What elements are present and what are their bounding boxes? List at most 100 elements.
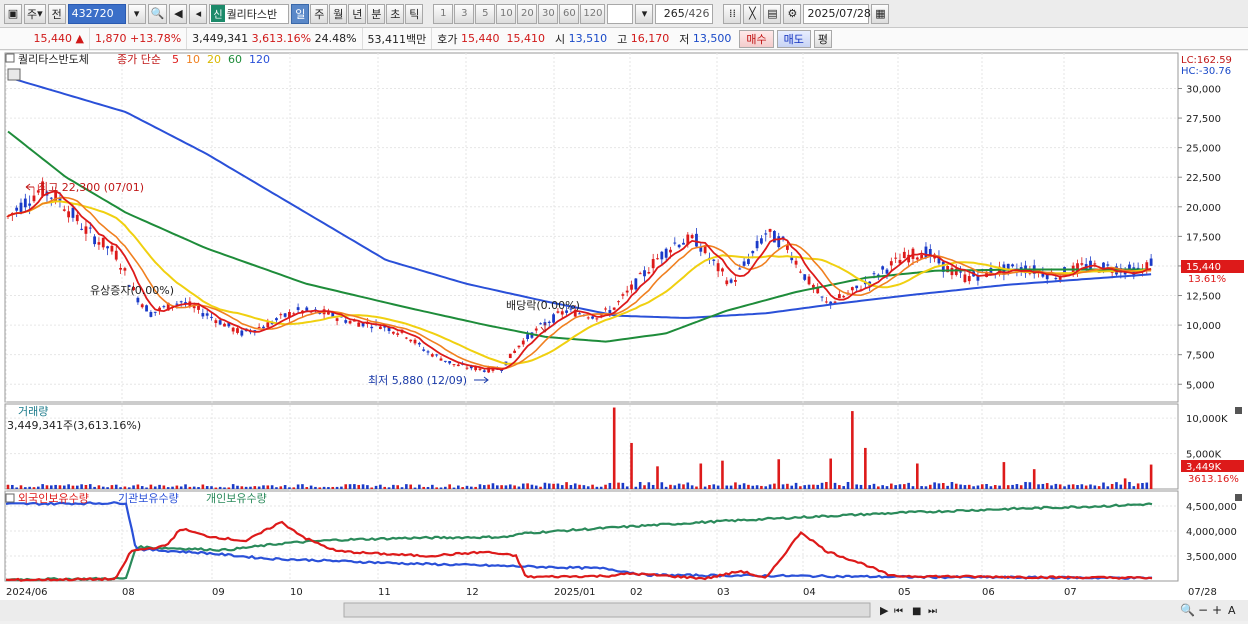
interval-tab-3[interactable]: 3 <box>454 3 475 24</box>
grid-icon[interactable]: ⁞⁞ <box>723 3 742 24</box>
interval-tab-30[interactable]: 30 <box>538 3 559 24</box>
period-selector[interactable]: 주 ▾ <box>24 3 46 24</box>
chart-svg[interactable]: 30,00027,50025,00022,50020,00017,50015,0… <box>0 51 1248 621</box>
legend-institution: 기관보유수량 <box>118 492 179 505</box>
up-arrow-icon: ▲ <box>75 32 84 45</box>
candle-body <box>201 313 205 317</box>
period-tab-4[interactable]: 분 <box>367 3 386 24</box>
font-size-icon[interactable]: A <box>1228 604 1236 617</box>
candle-body <box>435 354 439 356</box>
volume-bar <box>257 486 261 489</box>
x-axis-label: 11 <box>378 587 391 598</box>
candle-body <box>712 259 716 261</box>
period-tab-3[interactable]: 년 <box>348 3 367 24</box>
x-axis-labels: 2024/06 08 09 10 11 12 2025/01 02 03 04 05 06 07 07/2… <box>6 587 1217 598</box>
volume-bar <box>907 482 910 489</box>
buy-button[interactable]: 매수 <box>739 29 774 48</box>
volume-bar <box>1136 483 1140 489</box>
interval-tab-10[interactable]: 10 <box>496 3 517 24</box>
candle-body <box>695 233 698 247</box>
prev-stock-icon[interactable]: ◂ <box>189 3 208 24</box>
interval-tab-5[interactable]: 5 <box>475 3 496 24</box>
candle-body <box>534 328 538 331</box>
volume-bar <box>119 487 122 489</box>
candle-body <box>283 313 287 317</box>
zoom-icon[interactable]: 🔍 <box>1180 602 1195 617</box>
save-icon[interactable]: ▤ <box>763 3 782 24</box>
table-view-icon[interactable] <box>7 68 21 81</box>
candle-body <box>699 247 703 252</box>
candle-body <box>833 301 837 303</box>
volume-bar <box>963 485 967 489</box>
period-tab-2[interactable]: 월 <box>329 3 348 24</box>
volume-bar <box>478 484 482 489</box>
scroll-right-icon[interactable]: ▶ <box>880 604 889 617</box>
volume-bar <box>422 486 425 489</box>
settings-icon[interactable]: ⚙ <box>783 3 802 24</box>
interval-tab-60[interactable]: 60 <box>559 3 580 24</box>
candle-body <box>49 197 53 199</box>
holdings-panel-close-icon[interactable] <box>1235 494 1242 501</box>
volume-bar <box>370 487 374 489</box>
period-tab-5[interactable]: 초 <box>386 3 405 24</box>
eval-button[interactable]: 평 <box>813 29 833 48</box>
interval-tab-20[interactable]: 20 <box>517 3 538 24</box>
hc-label: HC:-30.76 <box>1181 66 1231 77</box>
sell-button[interactable]: 매도 <box>776 29 811 48</box>
holdings-menu-icon[interactable] <box>5 493 15 503</box>
volume-bar <box>110 485 114 489</box>
candle-body <box>404 337 408 339</box>
rewind-icon[interactable]: ⏮ <box>894 606 903 617</box>
candle-body <box>80 228 84 230</box>
interval-dropdown-icon[interactable]: ▾ <box>635 3 654 24</box>
search-icon[interactable]: 🔍 <box>147 3 168 24</box>
volume-bar <box>1106 486 1110 489</box>
candle-body <box>803 274 807 280</box>
zoom-in-icon[interactable]: + <box>1212 603 1222 617</box>
candle-body <box>231 327 235 332</box>
calendar-icon[interactable]: ▦ <box>871 3 890 24</box>
candle-body <box>850 287 854 291</box>
date-input[interactable]: 2025/07/28 <box>803 3 871 24</box>
count-field[interactable]: 265/426 <box>655 3 714 24</box>
zoom-out-icon[interactable]: − <box>1198 603 1208 617</box>
ma-60: 60 <box>228 53 242 66</box>
speaker-icon[interactable]: ◀ <box>169 3 188 24</box>
volume-bar <box>976 485 980 489</box>
interval-tab-1[interactable]: 1 <box>433 3 454 24</box>
period-tab-6[interactable]: 틱 <box>405 3 424 24</box>
interval-input[interactable] <box>607 3 634 24</box>
draw-tool-icon[interactable]: ╳ <box>743 3 762 24</box>
x-axis-label: 08 <box>122 587 135 598</box>
candle-body <box>621 294 625 296</box>
stock-name-box[interactable]: 신 퀄리타스반 <box>209 3 290 24</box>
candle-body <box>521 340 525 345</box>
chart-area[interactable]: 30,00027,50025,00022,50020,00017,50015,0… <box>0 51 1248 621</box>
volume-bar <box>132 485 135 489</box>
period-tab-1[interactable]: 주 <box>310 3 329 24</box>
view-selector[interactable]: 전 <box>47 3 66 24</box>
candle-body <box>136 297 140 303</box>
volume-panel-close-icon[interactable] <box>1235 407 1242 414</box>
chart-menu-icon[interactable]: ▣ <box>4 3 22 24</box>
forward-icon[interactable]: ⏭ <box>928 606 937 617</box>
volume-bar <box>669 484 672 489</box>
volume-bar <box>894 485 897 489</box>
volume-bar <box>366 485 369 489</box>
volume-bar <box>928 484 932 489</box>
stock-code-input[interactable]: 432720 <box>67 3 126 24</box>
stop-icon[interactable]: ■ <box>912 606 921 617</box>
candle-body <box>335 318 339 321</box>
volume-bar <box>651 484 655 489</box>
scrollbar-thumb[interactable] <box>343 602 871 618</box>
volume-bar <box>387 487 391 489</box>
period-tab-0[interactable]: 일 <box>291 3 310 24</box>
panel-menu-icon[interactable] <box>5 53 15 63</box>
candle-body <box>508 353 512 359</box>
candle-body <box>647 272 651 274</box>
volume-bar <box>335 486 339 489</box>
interval-tab-120[interactable]: 120 <box>580 3 606 24</box>
code-dropdown-icon[interactable]: ▾ <box>127 3 146 24</box>
candle-body <box>218 320 222 325</box>
volume-bar <box>777 459 781 489</box>
